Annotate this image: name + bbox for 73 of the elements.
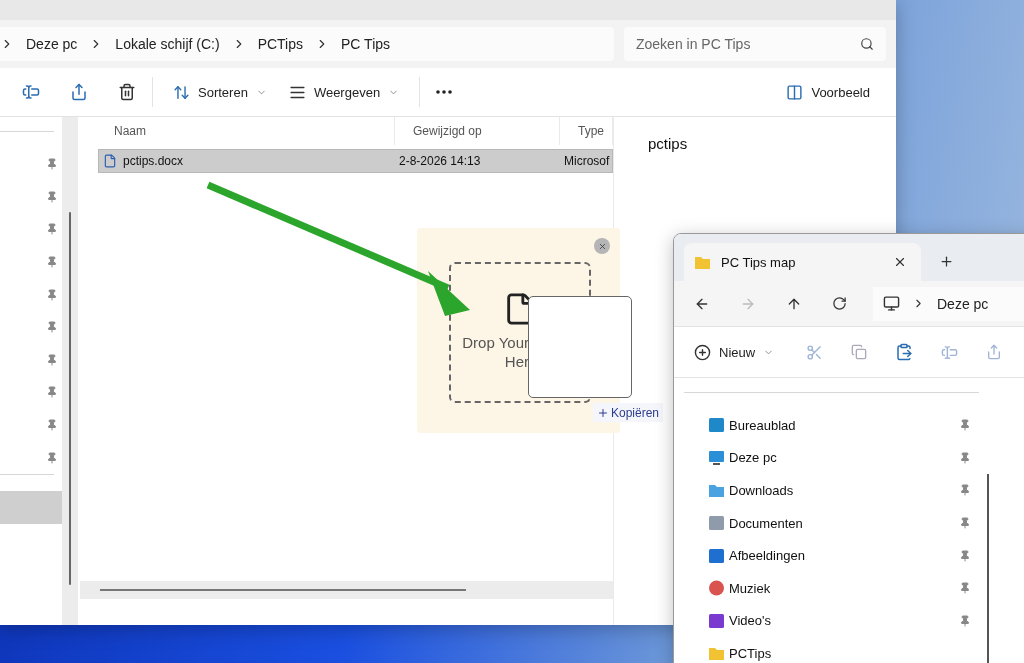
drop-text: Drop Your Her (461, 334, 529, 372)
nav-item[interactable]: Bureaublad (674, 409, 979, 442)
breadcrumb[interactable]: Deze pc (937, 295, 989, 312)
horizontal-scrollbar[interactable] (80, 581, 613, 599)
column-header[interactable]: Type (560, 117, 613, 145)
scissors-icon (806, 343, 824, 361)
breadcrumb[interactable]: Lokale schijf (C:) (115, 36, 220, 52)
videos-icon (708, 612, 725, 629)
nav-item[interactable]: Video's (674, 604, 979, 638)
rename-icon (941, 343, 959, 361)
preview-title: pctips (648, 135, 689, 152)
downloads-icon (708, 482, 725, 499)
pin-icon (46, 223, 58, 236)
search-icon (860, 37, 874, 51)
trash-icon (118, 83, 136, 101)
close-icon (893, 255, 907, 269)
documents-icon (708, 515, 725, 532)
pin-icon (46, 158, 58, 171)
breadcrumb[interactable]: PCTips (257, 36, 303, 52)
pin-icon (46, 451, 58, 464)
rename-icon (22, 83, 40, 101)
plus-icon (597, 406, 609, 419)
document-icon (103, 154, 117, 168)
pin-icon (46, 190, 58, 203)
table-cell-text: 2-8-2026 14:13 (398, 153, 482, 170)
window-tab[interactable]: PC Tips map (684, 243, 921, 281)
preview-button[interactable]: Voorbeeld (778, 77, 878, 107)
new-button[interactable]: Nieuw (686, 337, 783, 367)
address-bar[interactable]: Deze pc (873, 286, 1024, 321)
file-row[interactable]: pctips.docx 2-8-2026 14:13 Microsof (98, 149, 613, 173)
table-cell-text: Microsof (563, 153, 611, 170)
pin-icon (46, 256, 58, 269)
folder-icon (708, 645, 725, 662)
view-button[interactable]: Weergeven (280, 77, 408, 107)
nav-item[interactable]: Downloads (674, 474, 979, 507)
search-field[interactable]: Zoeken in PC Tips (624, 27, 886, 61)
close-button[interactable] (594, 238, 610, 254)
folder-icon (694, 254, 711, 270)
music-icon (708, 580, 725, 597)
nav-item[interactable] (0, 490, 62, 524)
pin-icon (46, 321, 58, 334)
sort-arrows-icon (173, 83, 190, 101)
monitor-icon (883, 295, 900, 312)
breadcrumb[interactable]: PC Tips (341, 36, 391, 52)
sort-button[interactable]: Sorteren (165, 77, 275, 107)
column-header[interactable]: Gewijzigd op (395, 117, 560, 145)
clipboard-icon (895, 343, 914, 361)
pin-icon (46, 353, 58, 366)
nav-item[interactable]: Documenten (674, 506, 979, 540)
plus-icon (939, 254, 954, 269)
close-icon (597, 241, 607, 251)
nav-item[interactable]: Deze pc (674, 441, 979, 475)
pin-icon (46, 386, 58, 399)
share-icon (70, 83, 88, 101)
nav-item[interactable]: Afbeeldingen (674, 539, 979, 572)
more-icon (436, 90, 453, 94)
panel-icon (786, 83, 804, 101)
pc-icon (708, 449, 725, 466)
copy-tooltip: Kopiëren (593, 403, 664, 422)
share-icon (986, 344, 1003, 360)
address-bar[interactable]: Deze pc Lokale schijf (C:) PCTips PC Tips (0, 27, 614, 61)
breadcrumb[interactable]: Deze pc (26, 36, 78, 52)
column-header[interactable]: Naam (80, 117, 395, 145)
copy-icon (851, 344, 868, 360)
pin-icon (46, 288, 58, 301)
table-cell: pctips.docx (99, 150, 396, 172)
pin-icon (46, 419, 58, 432)
pictures-icon (708, 547, 725, 564)
nav-item[interactable]: Muziek (674, 571, 979, 605)
refresh-icon (832, 296, 847, 311)
desktop-icon (708, 417, 725, 434)
plus-circle-icon (694, 343, 711, 361)
nav-item[interactable]: PCTips (674, 637, 979, 663)
